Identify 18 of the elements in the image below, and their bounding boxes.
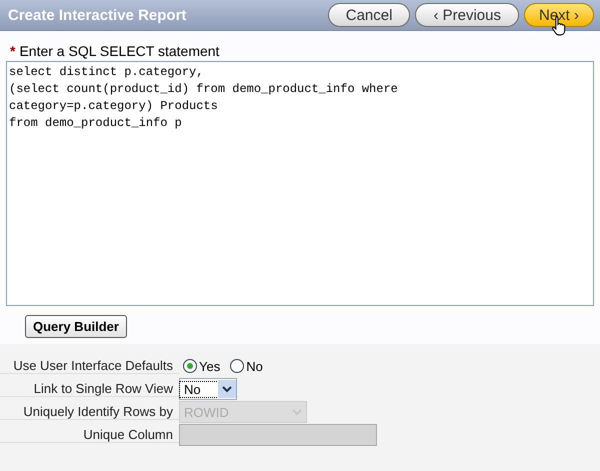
field-label: Uniquely Identify Rows by xyxy=(0,404,179,420)
option-label: Yes xyxy=(199,358,220,374)
radio-button[interactable] xyxy=(230,359,244,373)
field-label: Unique Column xyxy=(0,427,179,443)
required-mark: * xyxy=(10,43,16,59)
field-label: Enter a SQL SELECT statement xyxy=(19,43,220,59)
sql-textarea[interactable]: select distinct p.category, (select count(product_id) from demo_product_info where category=p.category) Products from demo_product_info p xyxy=(6,61,594,306)
chevron-down-icon xyxy=(222,385,232,393)
page-title: Create Interactive Report xyxy=(8,6,186,24)
field-label: Link to Single Row View xyxy=(0,381,179,397)
nav-button[interactable]: ‹ Previous xyxy=(415,3,519,27)
field-label: Use User Interface Defaults xyxy=(0,358,179,374)
query-builder-button[interactable]: Query Builder xyxy=(25,315,127,338)
radio-button[interactable] xyxy=(183,359,197,373)
nav-button[interactable]: Cancel xyxy=(328,3,410,27)
select-field[interactable]: No xyxy=(179,378,237,400)
next-button[interactable]: Next › xyxy=(524,3,594,27)
option-label: No xyxy=(246,358,263,374)
